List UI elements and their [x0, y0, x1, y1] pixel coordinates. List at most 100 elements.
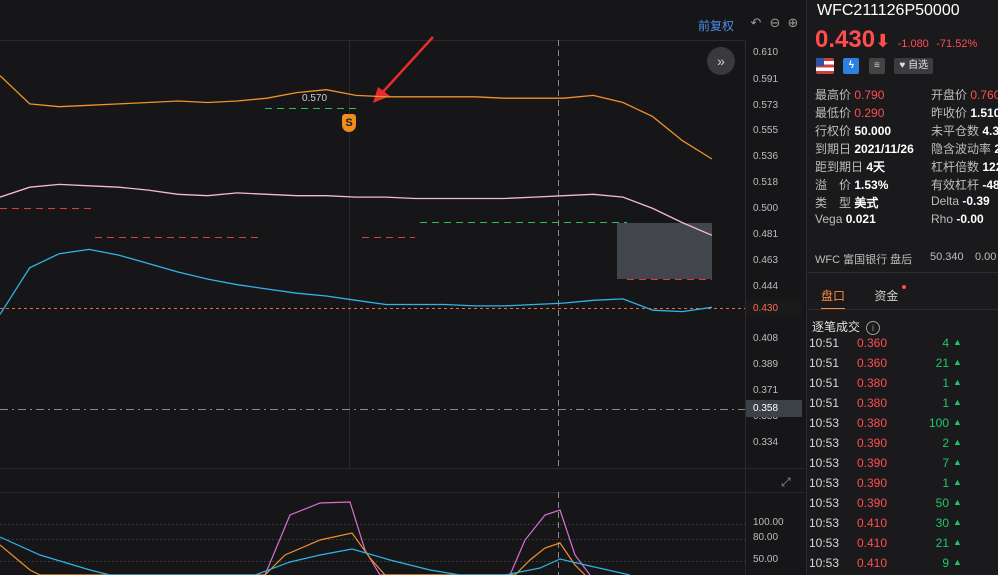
trade-volume: 50 — [935, 496, 949, 510]
stat-value: 122 — [982, 160, 998, 174]
trade-row: 10:51 0.360 21 ▲ — [807, 353, 998, 373]
trade-time: 10:53 — [809, 436, 840, 450]
expand-chevron-icon[interactable]: » — [707, 47, 735, 75]
down-arrow-icon: ⬇ — [875, 31, 891, 51]
tab-capital-flow[interactable]: 资金 — [874, 285, 907, 304]
trade-time: 10:51 — [809, 396, 840, 410]
trade-price: 0.360 — [857, 356, 888, 370]
trade-price: 0.380 — [857, 376, 888, 390]
zoom-out-icon[interactable]: ⊖ — [767, 15, 783, 31]
trade-row: 10:53 0.390 2 ▲ — [807, 433, 998, 453]
y-axis-tick-label: 0.591 — [753, 74, 779, 85]
fq-adjust-link[interactable]: 前复权 — [698, 17, 734, 34]
y-axis-tick-label: 0.518 — [753, 177, 779, 188]
stat-label: 未平仓数 — [931, 124, 980, 138]
up-arrow-icon: ▲ — [953, 377, 962, 387]
up-arrow-icon: ▲ — [953, 457, 962, 467]
badge-row: ϟ ≡ ♥ 自选 — [816, 58, 938, 74]
stat-label: 最高价 — [815, 88, 852, 102]
stat-label: 行权价 — [815, 124, 852, 138]
trade-time: 10:51 — [809, 356, 840, 370]
arrow-annotation — [373, 36, 434, 103]
stat-row: 最高价 0.790 开盘价 0.760 — [815, 86, 998, 104]
underlying-row[interactable]: WFC 富国银行 盘后 50.340 0.00 — [815, 251, 996, 267]
lightning-icon[interactable]: ϟ — [843, 58, 860, 74]
trade-row: 10:51 0.360 4 ▲ — [807, 333, 998, 353]
stat-row: Vega 0.021 Rho -0.00 — [815, 212, 998, 230]
stat-label: 最低价 — [815, 106, 852, 120]
zoom-in-icon[interactable]: ⊕ — [785, 15, 801, 31]
price-row: 0.430⬇ -1.080 -71.52% — [815, 26, 977, 54]
up-arrow-icon: ▲ — [953, 337, 962, 347]
up-arrow-icon: ▲ — [953, 397, 962, 407]
signal-s-marker[interactable]: S — [342, 114, 356, 132]
stat-label: 开盘价 — [931, 88, 968, 102]
stat-label: Delta — [931, 194, 960, 208]
trade-price: 0.390 — [857, 476, 888, 490]
stat-label: 到期日 — [815, 142, 852, 156]
stat-value: 美式 — [854, 196, 879, 210]
trade-time: 10:51 — [809, 336, 840, 350]
y-axis-tick-label: 0.500 — [753, 203, 779, 214]
indicator-grid — [0, 524, 745, 562]
stat-value: 0.021 — [845, 212, 876, 226]
trade-volume: 1 — [942, 396, 949, 410]
watchlist-label: 自选 — [908, 60, 929, 71]
trade-volume: 1 — [942, 476, 949, 490]
trade-row: 10:51 0.380 1 ▲ — [807, 393, 998, 413]
stat-value: 25 — [994, 142, 998, 156]
up-arrow-icon: ▲ — [953, 437, 962, 447]
series-line-blue — [0, 248, 713, 315]
stat-value: 0.790 — [854, 88, 885, 102]
trade-volume: 1 — [942, 376, 949, 390]
chart-area[interactable]: 前复权 ↶ ⊖ ⊕ » 0.610 0.591 0.573 0.555 0.536 0.5… — [0, 0, 805, 575]
indicator-axis-tick-label: 50.00 — [753, 554, 779, 565]
document-icon[interactable]: ≡ — [868, 58, 885, 74]
trade-time: 10:53 — [809, 416, 840, 430]
tab-orderbook[interactable]: 盘口 — [821, 287, 846, 310]
stat-label: 昨收价 — [931, 106, 968, 120]
trade-volume: 2 — [942, 436, 949, 450]
series-layer — [0, 75, 713, 315]
trade-row: 10:53 0.390 50 ▲ — [807, 493, 998, 513]
tab-bar: 盘口 资金 — [821, 285, 924, 310]
indicator-axis-tick-label: 80.00 — [753, 532, 779, 543]
trade-price: 0.380 — [857, 416, 888, 430]
trades-title: 逐笔成交 — [812, 320, 861, 334]
price-change: -1.080 — [897, 38, 929, 50]
stat-value: 2021/11/26 — [854, 142, 914, 156]
stat-row: 行权价 50.000 未平仓数 4.3 — [815, 122, 998, 140]
tab-capital-flow-label: 资金 — [874, 289, 899, 303]
stat-label: 隐含波动率 — [931, 142, 992, 156]
y-axis-tick-label: 0.463 — [753, 255, 779, 266]
price-change-pct: -71.52% — [936, 38, 978, 50]
stat-label: 杠杆倍数 — [931, 160, 980, 174]
stat-value: -48 — [982, 178, 998, 192]
trade-row: 10:53 0.390 7 ▲ — [807, 453, 998, 473]
undo-icon[interactable]: ↶ — [748, 15, 764, 31]
trade-time: 10:51 — [809, 376, 840, 390]
underlying-change: 0.00 — [975, 251, 997, 263]
indicator-pink — [264, 501, 591, 575]
y-axis-tick-label: 0.334 — [753, 437, 779, 448]
stat-value: 0.760 — [970, 88, 998, 102]
add-watchlist-button[interactable]: ♥ 自选 — [894, 58, 934, 74]
stat-value: 4天 — [866, 160, 886, 174]
underlying-name: WFC 富国银行 盘后 — [815, 254, 913, 266]
stat-value: 1.510 — [970, 106, 998, 120]
trade-volume: 4 — [942, 336, 949, 350]
price-chart[interactable] — [0, 0, 805, 575]
divider — [807, 272, 998, 273]
stat-label: Vega — [815, 212, 843, 226]
y-axis-tick-label: 0.536 — [753, 151, 779, 162]
y-axis-tick-label: 0.573 — [753, 100, 779, 111]
stat-value: 50.000 — [854, 124, 892, 138]
stat-label: 距到期日 — [815, 160, 864, 174]
y-axis-tick-label: 0.444 — [753, 281, 779, 292]
fullscreen-icon[interactable]: ⤢ — [781, 475, 791, 490]
trade-list[interactable]: 10:51 0.360 4 ▲ 10:51 0.360 21 ▲ 10:51 0.380 1 ▲ 10:… — [807, 333, 998, 573]
level-lines — [0, 108, 712, 280]
pointer-value-label: 0.570 — [302, 93, 328, 104]
ticker-symbol: WFC211126P50000 — [817, 2, 960, 19]
y-axis-tick-label: 0.389 — [753, 359, 779, 370]
